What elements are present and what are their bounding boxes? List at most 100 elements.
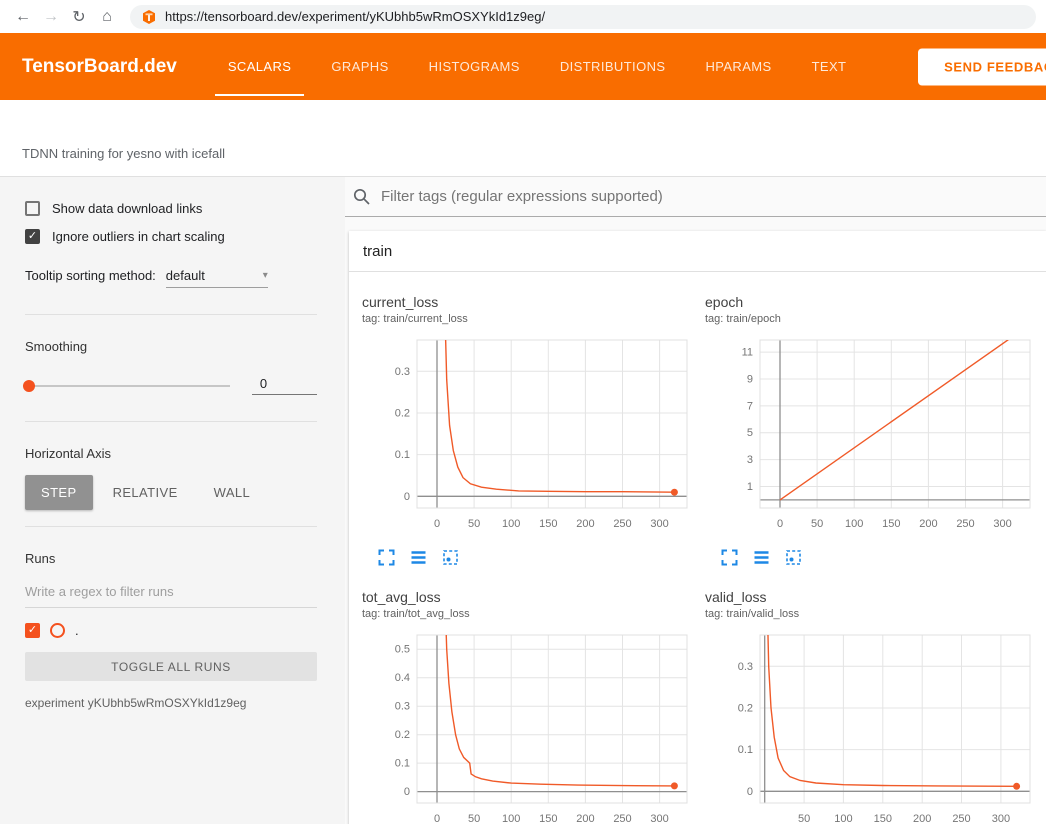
- send-feedback-button[interactable]: SEND FEEDBACK: [918, 48, 1046, 85]
- svg-text:0: 0: [404, 786, 410, 798]
- svg-text:0.3: 0.3: [395, 366, 410, 378]
- app-header: TensorBoard.dev SCALARS GRAPHS HISTOGRAMS D…: [0, 33, 1046, 100]
- svg-text:0: 0: [777, 518, 783, 530]
- svg-text:0: 0: [434, 813, 440, 824]
- axis-button-wall[interactable]: WALL: [198, 475, 267, 510]
- horizontal-axis-buttons: STEPRELATIVEWALL: [25, 475, 317, 510]
- ignore-outliers-row[interactable]: ✓ Ignore outliers in chart scaling: [25, 229, 317, 244]
- svg-text:100: 100: [502, 813, 520, 824]
- chart-tag: tag: train/epoch: [705, 313, 1040, 325]
- train-card: train current_loss tag: train/current_los…: [349, 231, 1046, 824]
- run-checkbox[interactable]: ✓: [25, 623, 40, 638]
- expand-chart-icon[interactable]: [377, 548, 396, 567]
- fit-domain-icon[interactable]: [441, 548, 460, 567]
- chart-plot-wrap: 00.10.20.3050100150200250300: [362, 334, 697, 539]
- svg-text:100: 100: [845, 518, 863, 530]
- tab-scalars[interactable]: SCALARS: [223, 33, 297, 100]
- smoothing-slider-thumb[interactable]: [23, 380, 35, 392]
- tab-text[interactable]: TEXT: [807, 33, 852, 100]
- svg-text:0: 0: [404, 491, 410, 503]
- charts-grid: current_loss tag: train/current_loss 0 0.1 0…: [349, 272, 1046, 824]
- run-color-swatch: [50, 623, 65, 638]
- show-download-links-row[interactable]: Show data download links: [25, 201, 317, 216]
- svg-text:300: 300: [650, 813, 668, 824]
- tooltip-sorting-row: Tooltip sorting method: default ▾: [25, 268, 317, 288]
- svg-text:250: 250: [613, 813, 631, 824]
- runs-selector-icon[interactable]: [752, 548, 771, 567]
- chart-plot[interactable]: 00.10.20.350100150200250300: [705, 629, 1040, 824]
- tab-distributions[interactable]: DISTRIBUTIONS: [555, 33, 671, 100]
- show-download-links-checkbox[interactable]: [25, 201, 40, 216]
- chart-plot-wrap: 00.10.20.350100150200250300: [705, 629, 1040, 824]
- svg-text:0.1: 0.1: [395, 758, 410, 770]
- chart-title: valid_loss: [705, 589, 1040, 605]
- run-row[interactable]: ✓ .: [25, 623, 317, 638]
- runs-label: Runs: [25, 551, 317, 566]
- axis-button-step[interactable]: STEP: [25, 475, 93, 510]
- chart-tag: tag: train/valid_loss: [705, 608, 1040, 620]
- experiment-title: TDNN training for yesno with icefall: [22, 146, 225, 161]
- smoothing-slider[interactable]: [25, 385, 230, 387]
- runs-selector-icon[interactable]: [409, 548, 428, 567]
- horizontal-axis-label: Horizontal Axis: [25, 446, 317, 461]
- reload-icon[interactable]: ↻: [66, 7, 92, 27]
- tag-filter-input[interactable]: [379, 187, 1046, 206]
- page: ← → ↻ ⌂ https://tensorboard.dev/experime…: [0, 0, 1046, 825]
- svg-text:300: 300: [650, 518, 668, 530]
- home-icon[interactable]: ⌂: [94, 8, 120, 26]
- svg-text:200: 200: [576, 813, 594, 824]
- tooltip-sorting-dropdown[interactable]: default ▾: [166, 268, 268, 288]
- expand-chart-icon[interactable]: [720, 548, 739, 567]
- svg-text:0.1: 0.1: [738, 744, 753, 756]
- svg-text:0.2: 0.2: [395, 729, 410, 741]
- back-icon[interactable]: ←: [10, 8, 36, 26]
- svg-text:200: 200: [913, 813, 931, 824]
- chart-tag: tag: train/current_loss: [362, 313, 697, 325]
- tooltip-sorting-value: default: [166, 268, 205, 283]
- browser-toolbar: ← → ↻ ⌂ https://tensorboard.dev/experime…: [0, 0, 1046, 33]
- tag-filter-bar: [345, 177, 1046, 217]
- experiment-id-label: experiment yKUbhb5wRmOSXYkId1z9eg: [25, 696, 317, 710]
- svg-text:1: 1: [747, 481, 753, 493]
- toggle-all-runs-button[interactable]: TOGGLE ALL RUNS: [25, 652, 317, 681]
- chart-plot-wrap: 1357911050100150200250300: [705, 334, 1040, 539]
- svg-text:300: 300: [992, 813, 1010, 824]
- svg-text:9: 9: [747, 374, 753, 386]
- tab-graphs[interactable]: GRAPHS: [326, 33, 393, 100]
- svg-text:250: 250: [952, 813, 970, 824]
- chart-plot[interactable]: 1357911050100150200250300: [705, 334, 1040, 534]
- svg-text:7: 7: [747, 400, 753, 412]
- divider: [25, 526, 317, 527]
- tensorboard-logo[interactable]: TensorBoard.dev: [22, 56, 177, 78]
- chart-plot[interactable]: 00.10.20.30.40.5050100150200250300: [362, 629, 697, 824]
- chart-card-tot_avg_loss: tot_avg_losstag: train/tot_avg_loss00.10…: [362, 589, 697, 824]
- svg-text:100: 100: [834, 813, 852, 824]
- svg-text:200: 200: [576, 518, 594, 530]
- train-section-header[interactable]: train: [349, 231, 1046, 272]
- tab-hparams[interactable]: HPARAMS: [700, 33, 776, 100]
- svg-text:3: 3: [747, 454, 753, 466]
- chart-plot[interactable]: 00.10.20.3050100150200250300: [362, 334, 697, 534]
- chart-card-epoch: epochtag: train/epoch1357911050100150200…: [705, 294, 1040, 567]
- experiment-header: TDNN training for yesno with icefall: [0, 100, 1046, 177]
- svg-text:50: 50: [798, 813, 810, 824]
- svg-text:50: 50: [811, 518, 823, 530]
- svg-text:5: 5: [747, 427, 753, 439]
- divider: [25, 421, 317, 422]
- chart-toolbar: [705, 548, 1040, 567]
- address-bar[interactable]: https://tensorboard.dev/experiment/yKUbh…: [130, 5, 1036, 29]
- svg-text:150: 150: [874, 813, 892, 824]
- svg-text:50: 50: [468, 518, 480, 530]
- axis-button-relative[interactable]: RELATIVE: [97, 475, 194, 510]
- chart-title: tot_avg_loss: [362, 589, 697, 605]
- chart-title: current_loss: [362, 294, 697, 310]
- ignore-outliers-checkbox[interactable]: ✓: [25, 229, 40, 244]
- fit-domain-icon[interactable]: [784, 548, 803, 567]
- content: Show data download links ✓ Ignore outlie…: [0, 177, 1046, 824]
- svg-text:50: 50: [468, 813, 480, 824]
- svg-text:150: 150: [539, 518, 557, 530]
- tab-histograms[interactable]: HISTOGRAMS: [424, 33, 525, 100]
- runs-filter-input[interactable]: [25, 584, 317, 608]
- forward-icon[interactable]: →: [38, 8, 64, 26]
- smoothing-value-input[interactable]: 0: [252, 376, 317, 395]
